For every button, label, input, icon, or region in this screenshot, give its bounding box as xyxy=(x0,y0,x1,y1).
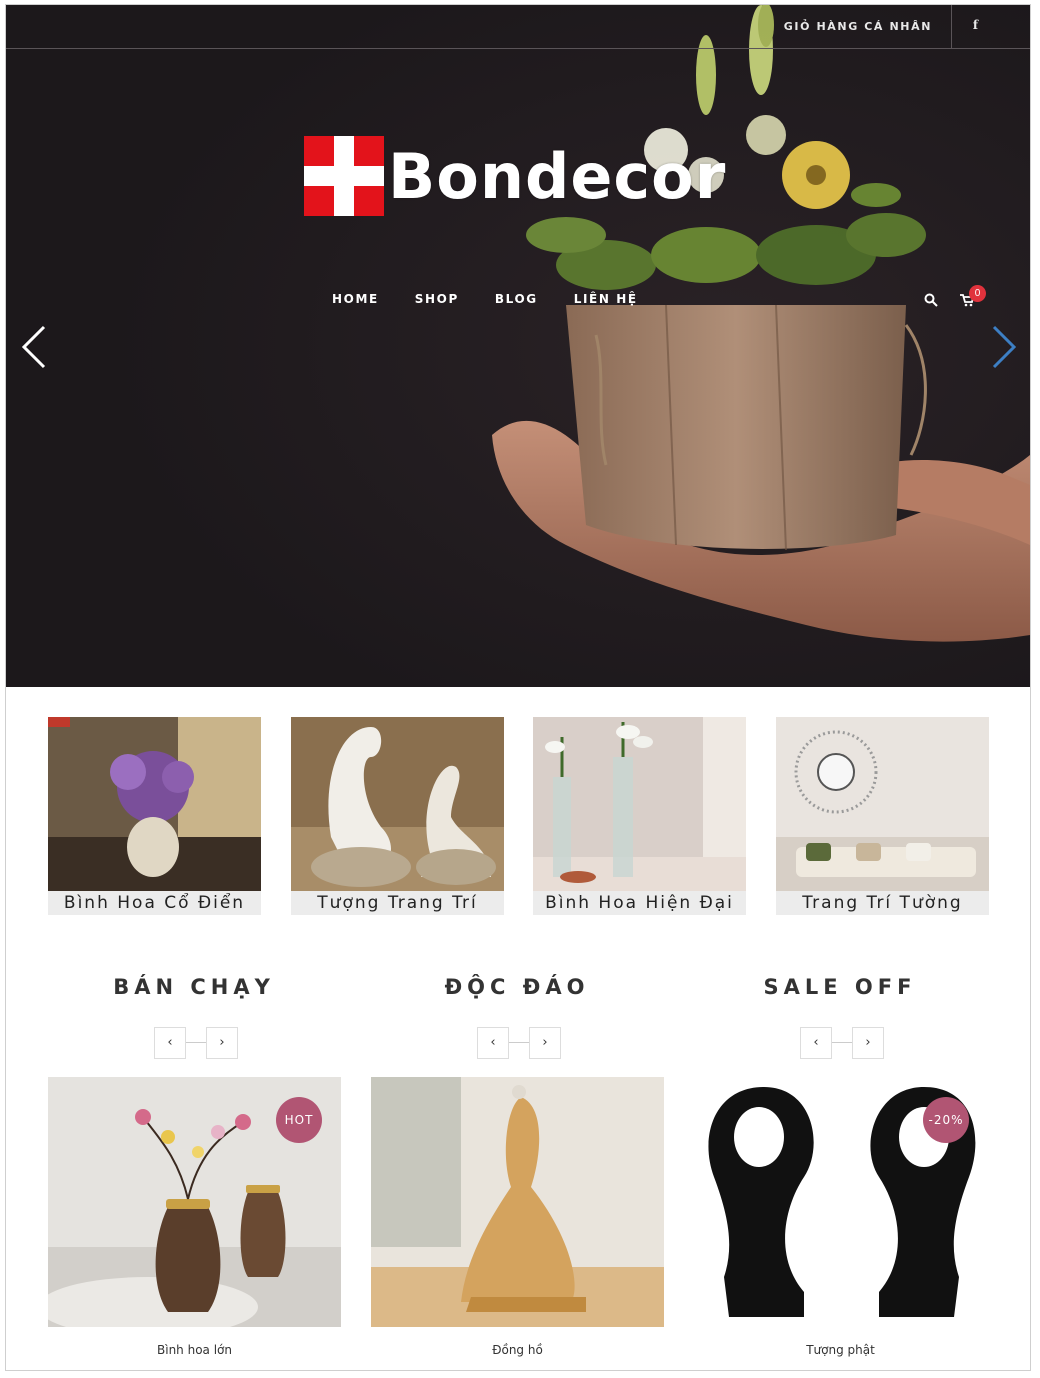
product-name[interactable]: Đồng hồ xyxy=(371,1343,664,1357)
cart-count-badge: 0 xyxy=(969,285,986,302)
category-label: Tượng Trang Trí xyxy=(291,891,504,915)
section-title-unique: ĐỘC ĐÁO xyxy=(444,975,590,999)
personal-cart-link[interactable]: GIỎ HÀNG CÁ NHÂN xyxy=(784,20,932,33)
logo-cross-icon xyxy=(304,136,384,216)
pager-divider xyxy=(186,1042,206,1043)
carousel-pager: ‹ › xyxy=(800,1027,884,1059)
hero-image xyxy=(6,5,1030,687)
carousel-pager: ‹ › xyxy=(477,1027,561,1059)
facebook-icon[interactable]: f xyxy=(973,18,978,32)
category-card[interactable]: Trang Trí Tường xyxy=(776,717,989,915)
product-name[interactable]: Tượng phật xyxy=(694,1343,987,1357)
pager-divider xyxy=(832,1042,852,1043)
category-card[interactable]: Tượng Trang Trí xyxy=(291,717,504,915)
pager-divider xyxy=(509,1042,529,1043)
category-card[interactable]: Bình Hoa Cổ Điển xyxy=(48,717,261,915)
main-nav: HOME SHOP BLOG LIÊN HỆ xyxy=(332,292,638,306)
carousel-prev-button[interactable]: ‹ xyxy=(154,1027,186,1059)
top-bar: GIỎ HÀNG CÁ NHÂN f xyxy=(6,5,1030,49)
category-card[interactable]: Bình Hoa Hiện Đại xyxy=(533,717,746,915)
category-image xyxy=(48,717,261,891)
category-label: Trang Trí Tường xyxy=(776,891,989,915)
section-title-best-selling: BÁN CHẠY xyxy=(113,975,275,999)
hero-slider: GIỎ HÀNG CÁ NHÂN f Bondecor HOME SHOP BL… xyxy=(6,5,1030,687)
product-card[interactable]: Đồng hồ xyxy=(371,1077,664,1367)
product-image xyxy=(371,1077,664,1327)
hot-badge: HOT xyxy=(276,1097,322,1143)
chevron-right-icon[interactable] xyxy=(982,323,1022,371)
carousel-next-button[interactable]: › xyxy=(206,1027,238,1059)
category-label: Bình Hoa Cổ Điển xyxy=(48,891,261,915)
category-image xyxy=(533,717,746,891)
category-label: Bình Hoa Hiện Đại xyxy=(533,891,746,915)
nav-blog[interactable]: BLOG xyxy=(495,292,538,306)
discount-badge: -20% xyxy=(923,1097,969,1143)
carousel-next-button[interactable]: › xyxy=(529,1027,561,1059)
category-grid: Bình Hoa Cổ Điển Tượng Trang Trí Bình Ho… xyxy=(48,717,989,917)
category-image xyxy=(291,717,504,891)
chevron-left-icon[interactable] xyxy=(16,323,56,371)
page-frame: GIỎ HÀNG CÁ NHÂN f Bondecor HOME SHOP BL… xyxy=(5,4,1031,1371)
nav-shop[interactable]: SHOP xyxy=(415,292,459,306)
carousel-next-button[interactable]: › xyxy=(852,1027,884,1059)
category-image xyxy=(776,717,989,891)
search-icon[interactable] xyxy=(924,293,938,307)
carousel-prev-button[interactable]: ‹ xyxy=(477,1027,509,1059)
carousel-prev-button[interactable]: ‹ xyxy=(800,1027,832,1059)
divider xyxy=(951,5,952,49)
section-title-sale-off: SALE OFF xyxy=(763,975,917,999)
carousel-pager: ‹ › xyxy=(154,1027,238,1059)
nav-home[interactable]: HOME xyxy=(332,292,379,306)
product-name[interactable]: Bình hoa lớn xyxy=(48,1343,341,1357)
logo-text: Bondecor xyxy=(388,139,727,213)
site-logo[interactable]: Bondecor xyxy=(304,135,726,217)
nav-contact[interactable]: LIÊN HỆ xyxy=(574,292,638,306)
